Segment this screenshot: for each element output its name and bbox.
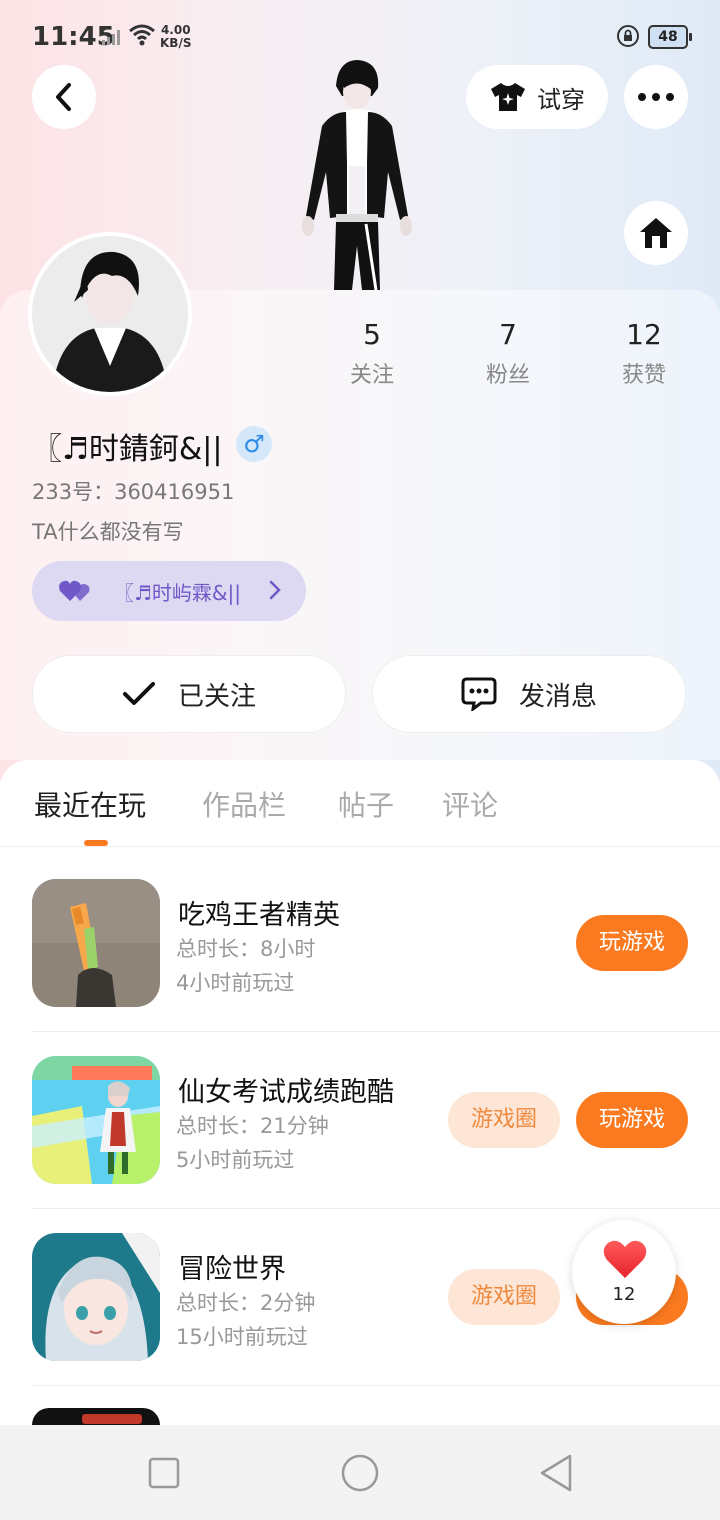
net-speed-value: 4.00 — [160, 23, 191, 37]
tab-recently-played[interactable]: 最近在玩 — [34, 784, 146, 824]
followed-button[interactable]: 已关注 — [32, 655, 346, 733]
avatar[interactable] — [32, 236, 188, 392]
game-total-duration: 总时长：2分钟 — [176, 1291, 316, 1315]
game-last-played: 4小时前玩过 — [176, 971, 295, 995]
double-heart-icon — [59, 580, 90, 601]
row-divider — [32, 1031, 720, 1032]
recent-apps-icon[interactable] — [148, 1457, 180, 1489]
send-message-button[interactable]: 发消息 — [372, 655, 686, 733]
send-message-label: 发消息 — [518, 681, 597, 712]
game-icon-image — [32, 879, 160, 1007]
stat-following[interactable]: 5 关注 — [322, 318, 422, 389]
stat-likes[interactable]: 12 获赞 — [594, 318, 694, 389]
home-circle-icon[interactable] — [340, 1453, 380, 1493]
list-item[interactable]: 吃鸡王者精英 总时长：8小时 4小时前玩过 玩游戏 — [32, 879, 720, 1055]
signal-icon: × — [98, 25, 124, 50]
tab-posts[interactable]: 帖子 — [338, 784, 394, 824]
chevron-right-icon — [269, 580, 281, 600]
back-triangle-icon[interactable] — [538, 1453, 574, 1493]
game-title: 冒险世界 — [178, 1254, 286, 1285]
couple-relationship-chip[interactable]: 〖♬时屿霖&|| — [32, 561, 306, 621]
row-divider — [32, 1208, 720, 1209]
game-last-played: 15小时前玩过 — [176, 1325, 308, 1349]
game-title: 仙女考试成绩跑酷 — [178, 1077, 394, 1108]
game-total-duration: 总时长：8小时 — [176, 937, 316, 961]
user-id[interactable]: 233号：360416951 — [32, 476, 234, 506]
user-bio: TA什么都没有写 — [32, 520, 184, 544]
game-last-played: 5小时前玩过 — [176, 1148, 295, 1172]
wifi-icon — [128, 24, 156, 50]
game-total-duration: 总时长：21分钟 — [176, 1114, 329, 1138]
list-item[interactable]: 仙女考试成绩跑酷 总时长：21分钟 5小时前玩过 游戏圈 玩游戏 — [32, 1056, 720, 1232]
heart-icon — [603, 1240, 647, 1278]
game-icon-image — [32, 1408, 160, 1425]
likes-label: 获赞 — [621, 363, 666, 388]
gender-male-icon: ♂ — [236, 426, 272, 462]
following-count: 5 — [363, 318, 381, 351]
game-title: 吃鸡王者精英 — [178, 900, 340, 931]
play-game-button[interactable]: 玩游戏 — [576, 915, 688, 971]
followers-count: 7 — [499, 318, 517, 351]
more-icon — [638, 93, 674, 101]
game-circle-button[interactable]: 游戏圈 — [448, 1092, 560, 1148]
character-3d-avatar[interactable] — [292, 56, 422, 291]
more-button[interactable] — [624, 65, 688, 129]
system-navigation-bar — [0, 1425, 720, 1520]
network-speed: 4.00 KB/S — [160, 24, 191, 50]
chevron-left-icon — [56, 83, 71, 111]
couple-name: 〖♬时屿霖&|| — [114, 580, 242, 605]
tab-works[interactable]: 作品栏 — [202, 784, 286, 824]
play-game-button[interactable]: 玩游戏 — [576, 1092, 688, 1148]
followers-label: 粉丝 — [485, 363, 530, 388]
net-speed-unit: KB/S — [160, 36, 192, 50]
floating-like-button[interactable]: 12 — [572, 1220, 676, 1324]
back-button[interactable] — [32, 65, 96, 129]
try-on-button[interactable]: 试穿 — [466, 65, 608, 129]
followed-label: 已关注 — [177, 681, 256, 712]
following-label: 关注 — [349, 363, 394, 388]
svg-text:×: × — [98, 26, 107, 38]
rotation-lock-icon — [616, 24, 640, 52]
battery-indicator: 48 — [648, 25, 692, 49]
like-count: 12 — [612, 1284, 636, 1305]
username: 〖♬时錆鈳&|| — [32, 432, 223, 467]
chat-bubble-icon — [461, 677, 497, 711]
likes-count: 12 — [626, 318, 662, 351]
home-button[interactable] — [624, 201, 688, 265]
tab-comments[interactable]: 评论 — [442, 784, 498, 824]
stat-followers[interactable]: 7 粉丝 — [458, 318, 558, 389]
shirt-sparkle-icon — [491, 83, 525, 111]
try-on-label: 试穿 — [537, 85, 585, 114]
check-icon — [122, 682, 155, 705]
home-icon — [640, 218, 672, 248]
game-icon-image — [32, 1233, 160, 1361]
tabs-divider — [0, 846, 720, 847]
game-circle-button[interactable]: 游戏圈 — [448, 1269, 560, 1325]
row-divider — [32, 1385, 720, 1386]
game-icon-image — [32, 1056, 160, 1184]
